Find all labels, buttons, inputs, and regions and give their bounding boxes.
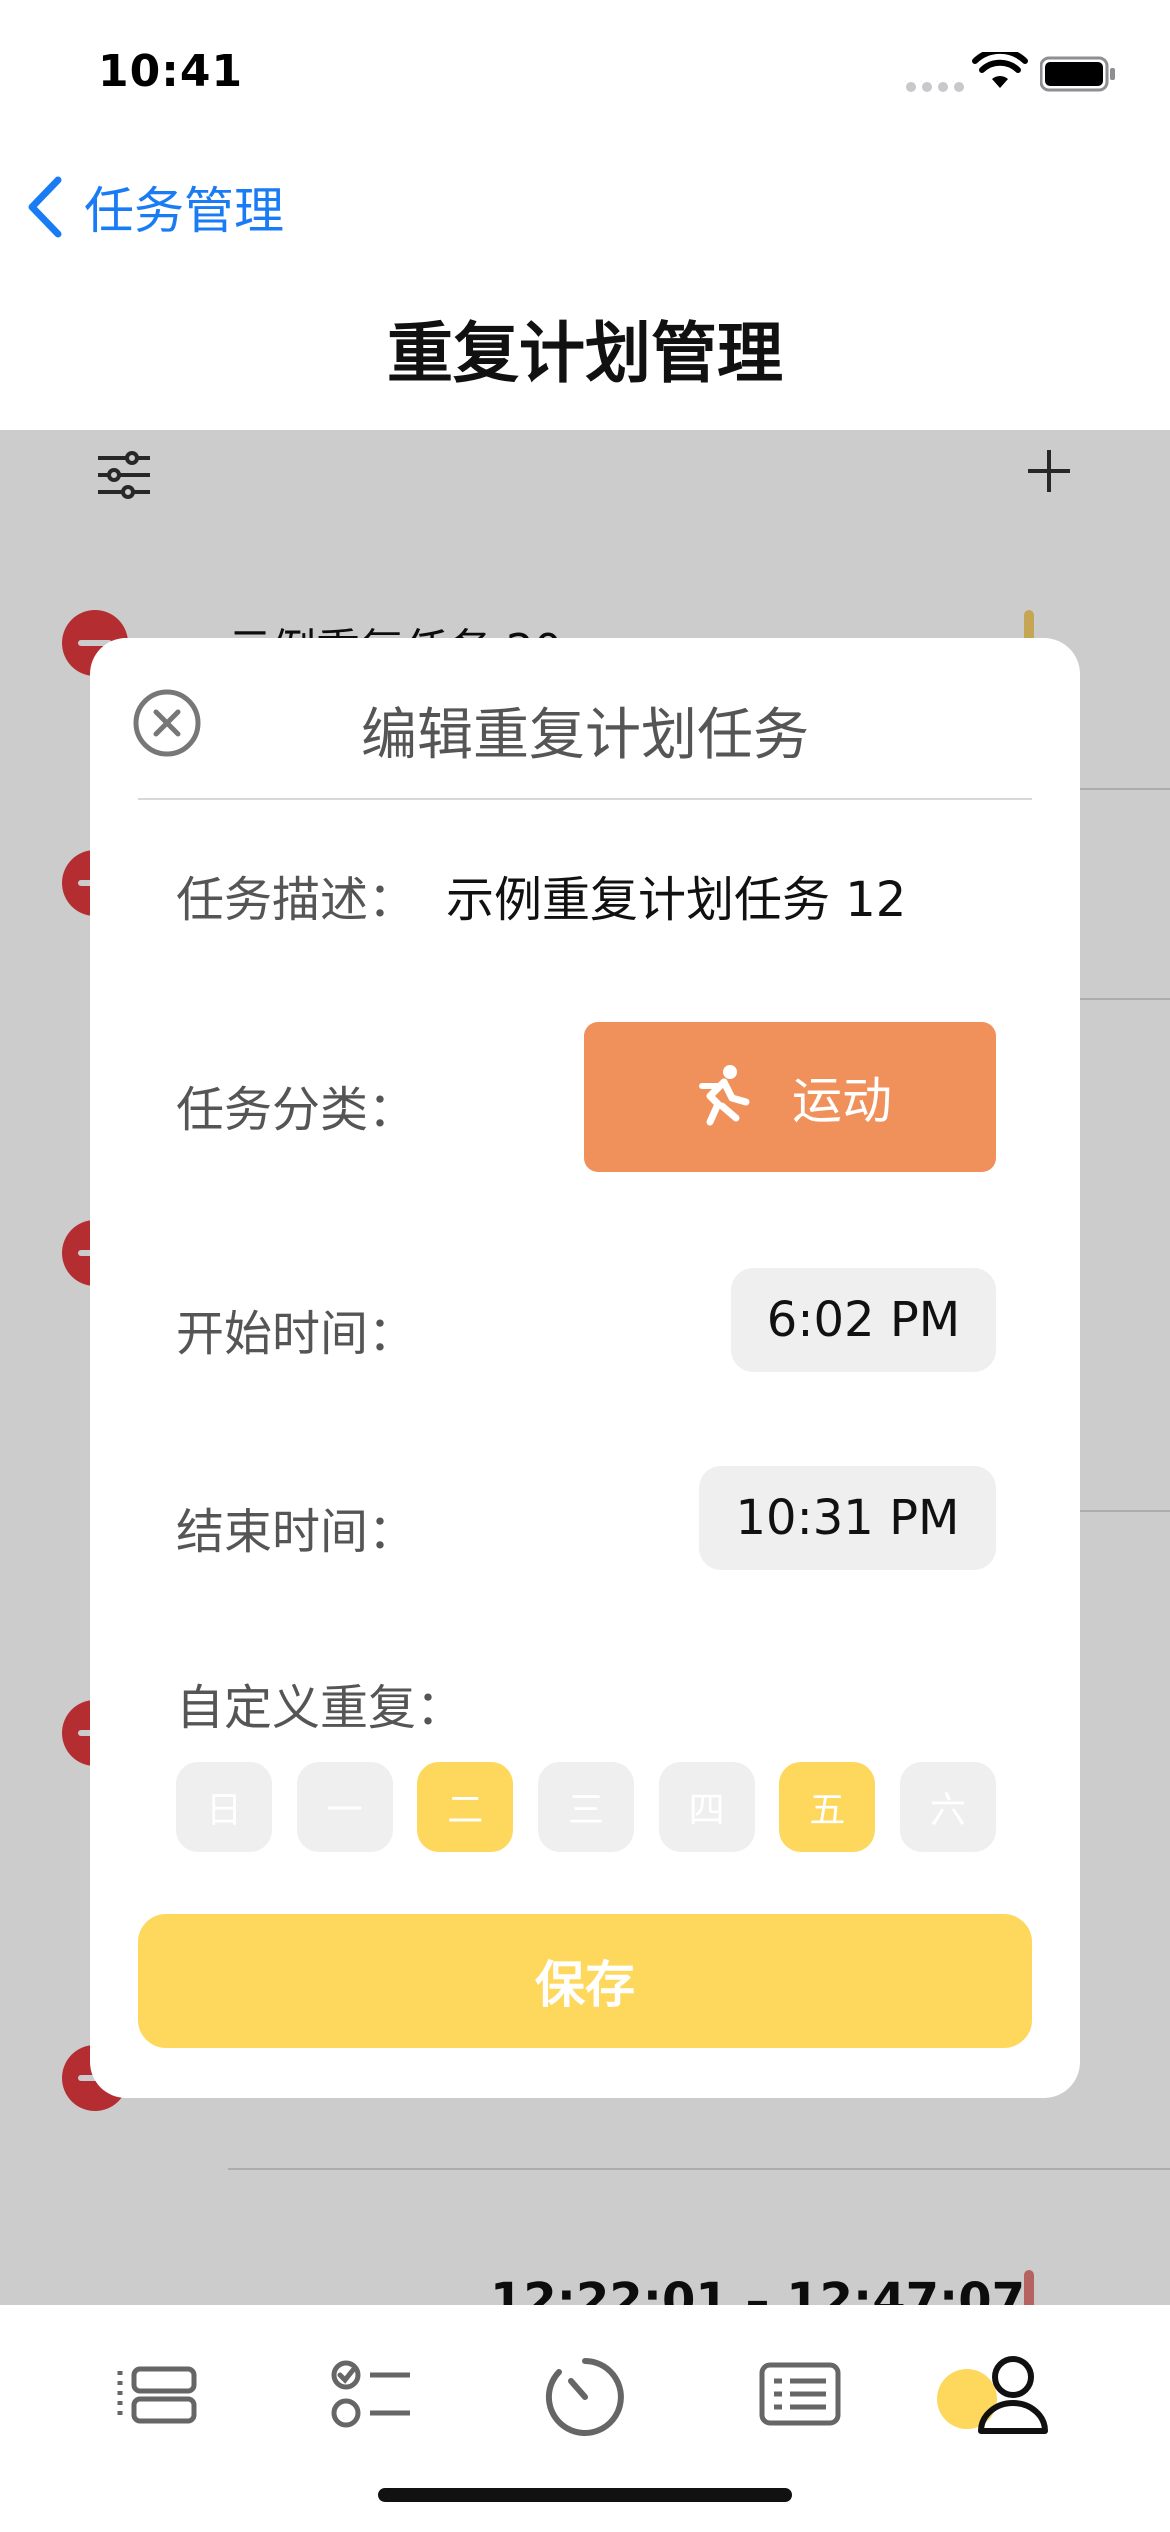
- start-time-picker[interactable]: 6:02 PM: [731, 1268, 996, 1372]
- list-icon[interactable]: [752, 2347, 848, 2443]
- chevron-left-icon: [28, 176, 62, 238]
- divider: [138, 798, 1032, 800]
- weekday-tue[interactable]: 二: [417, 1762, 514, 1852]
- page-title: 重复计划管理: [387, 315, 783, 392]
- description-field[interactable]: 示例重复计划任务 12: [446, 860, 906, 930]
- checklist-icon[interactable]: [324, 2347, 420, 2443]
- category-picker-button[interactable]: 运动: [584, 1022, 996, 1172]
- repeat-label: 自定义重复：: [176, 1680, 465, 1736]
- weekday-sat[interactable]: 六: [899, 1762, 996, 1852]
- description-label: 任务描述：: [176, 872, 417, 928]
- weekday-mon[interactable]: 一: [296, 1762, 393, 1852]
- end-time-picker[interactable]: 10:31 PM: [699, 1466, 996, 1570]
- start-time-label: 开始时间：: [176, 1306, 417, 1362]
- category-label: 任务分类：: [176, 1082, 417, 1138]
- running-icon: [699, 1065, 750, 1126]
- home-indicator: [378, 2488, 792, 2502]
- timeline-icon[interactable]: [108, 2347, 204, 2443]
- edit-repeat-task-dialog: 编辑重复计划任务 任务描述： 示例重复计划任务 12 任务分类： 运动 开始时间…: [90, 638, 1080, 2098]
- dialog-title: 编辑重复计划任务: [361, 703, 809, 768]
- save-button[interactable]: 保存: [138, 1914, 1032, 2048]
- profile-icon[interactable]: [935, 2347, 1059, 2443]
- status-time: 10:41: [98, 46, 244, 97]
- status-bar: 10:41: [0, 0, 1170, 140]
- category-value: 运动: [792, 1072, 892, 1130]
- cellular-signal-icon: [906, 82, 964, 92]
- timer-icon[interactable]: [537, 2347, 633, 2443]
- weekday-selector: 日 一 二 三 四 五 六: [176, 1762, 996, 1852]
- weekday-sun[interactable]: 日: [176, 1762, 272, 1852]
- back-button[interactable]: 任务管理: [24, 172, 284, 242]
- weekday-thu[interactable]: 四: [658, 1762, 755, 1852]
- battery-icon: [1040, 56, 1115, 92]
- end-time-label: 结束时间：: [176, 1504, 417, 1560]
- wifi-icon: [972, 52, 1028, 88]
- weekday-fri[interactable]: 五: [779, 1762, 876, 1852]
- weekday-wed[interactable]: 三: [537, 1762, 634, 1852]
- back-label: 任务管理: [84, 182, 284, 240]
